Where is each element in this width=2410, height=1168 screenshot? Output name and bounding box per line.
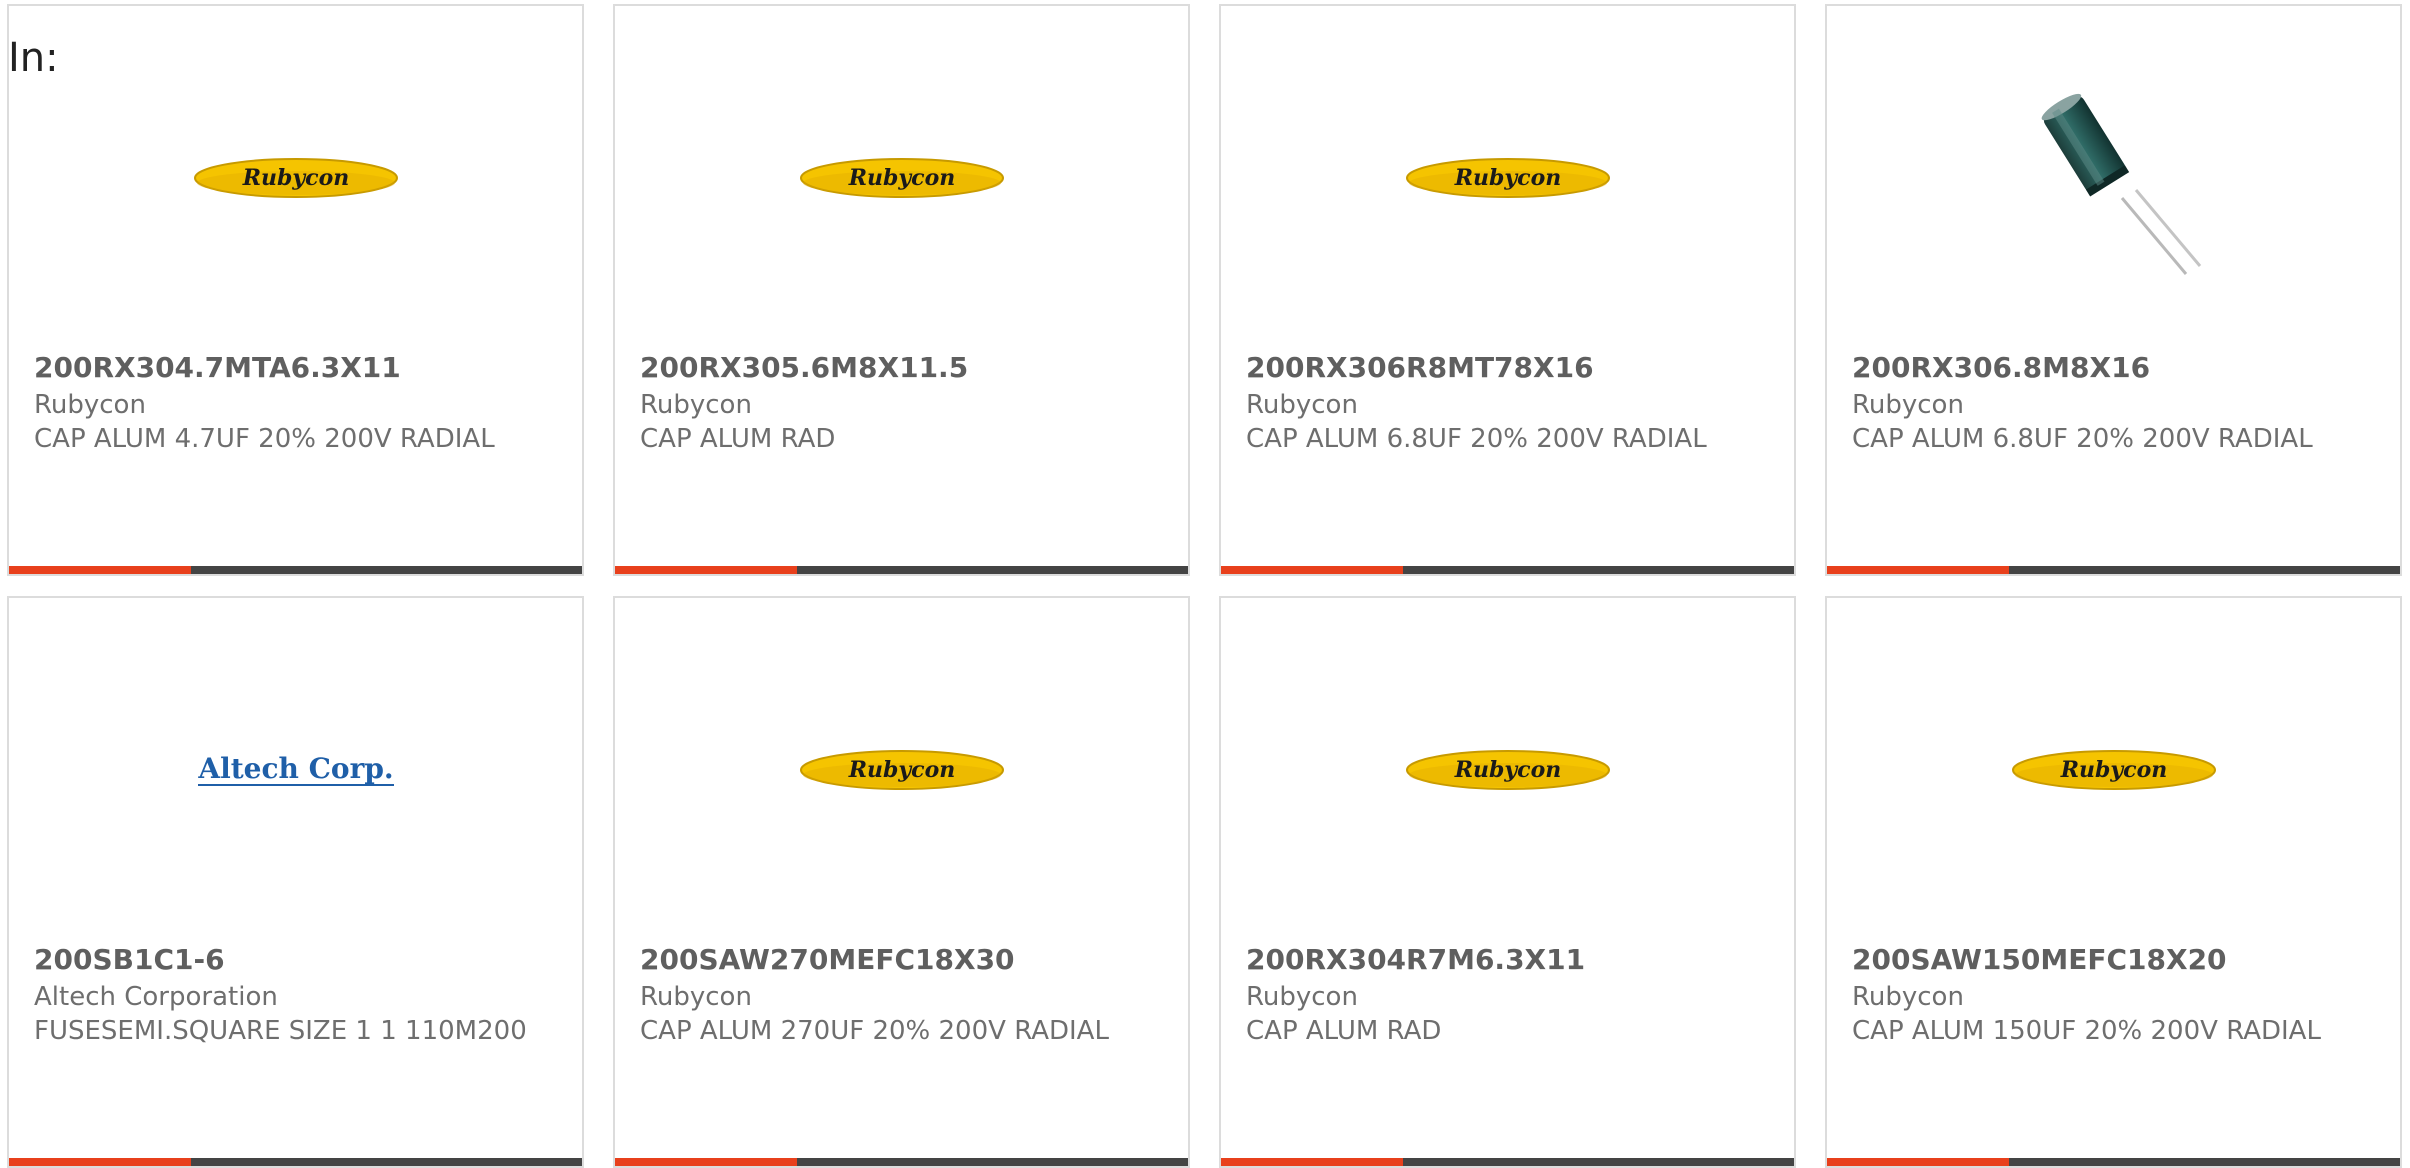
card-accent-bar xyxy=(1827,1158,2400,1166)
product-description: CAP ALUM RAD xyxy=(1246,1016,1442,1046)
product-card[interactable]: Rubycon 200SAW270MEFC18X30 Rubycon CAP A… xyxy=(613,596,1190,1168)
card-accent-bar xyxy=(615,566,1188,574)
card-accent-bar xyxy=(9,566,582,574)
product-image[interactable]: Rubycon xyxy=(1221,6,1794,336)
product-card[interactable]: Rubycon 200RX306R8MT78X16 Rubycon CAP AL… xyxy=(1219,4,1796,576)
part-number-link[interactable]: 200SAW270MEFC18X30 xyxy=(640,940,1160,980)
rubycon-logo-icon: Rubycon xyxy=(1405,750,1610,790)
part-number-link[interactable]: 200RX306R8MT78X16 xyxy=(1246,348,1766,388)
card-accent-bar xyxy=(1827,566,2400,574)
svg-text:Rubycon: Rubycon xyxy=(1453,165,1561,191)
section-heading: In: xyxy=(8,35,59,81)
product-card[interactable]: Rubycon 200RX305.6M8X11.5 Rubycon CAP AL… xyxy=(613,4,1190,576)
product-image[interactable]: Altech Corp. xyxy=(9,598,582,928)
rubycon-logo-icon: Rubycon xyxy=(799,158,1004,198)
product-description: CAP ALUM 6.8UF 20% 200V RADIAL xyxy=(1852,424,2313,454)
card-accent-bar xyxy=(9,1158,582,1166)
product-card[interactable]: Altech Corp. 200SB1C1-6 Altech Corporati… xyxy=(7,596,584,1168)
product-image[interactable]: Rubycon xyxy=(9,6,582,336)
altech-logo-icon: Altech Corp. xyxy=(197,752,394,786)
rubycon-logo-icon: Rubycon xyxy=(193,158,398,198)
manufacturer-name: Rubycon xyxy=(1246,982,1358,1012)
manufacturer-name: Rubycon xyxy=(640,390,752,420)
product-description: CAP ALUM 150UF 20% 200V RADIAL xyxy=(1852,1016,2321,1046)
rubycon-logo-icon: Rubycon xyxy=(1405,158,1610,198)
product-image[interactable]: Rubycon xyxy=(1827,598,2400,928)
product-description: CAP ALUM 4.7UF 20% 200V RADIAL xyxy=(34,424,495,454)
svg-text:Rubycon: Rubycon xyxy=(847,165,955,191)
part-number-link[interactable]: 200RX304.7MTA6.3X11 xyxy=(34,348,554,388)
svg-text:Rubycon: Rubycon xyxy=(241,165,349,191)
manufacturer-name: Rubycon xyxy=(34,390,146,420)
card-accent-bar xyxy=(1221,566,1794,574)
manufacturer-name: Rubycon xyxy=(1246,390,1358,420)
part-number-link[interactable]: 200RX305.6M8X11.5 xyxy=(640,348,1160,388)
product-card[interactable]: 200RX306.8M8X16 Rubycon CAP ALUM 6.8UF 2… xyxy=(1825,4,2402,576)
part-number-link[interactable]: 200RX304R7M6.3X11 xyxy=(1246,940,1766,980)
product-description: FUSESEMI.SQUARE SIZE 1 1 110M200 xyxy=(34,1016,527,1046)
manufacturer-name: Rubycon xyxy=(640,982,752,1012)
card-accent-bar xyxy=(1221,1158,1794,1166)
product-image[interactable]: Rubycon xyxy=(1221,598,1794,928)
product-image[interactable]: Rubycon xyxy=(615,598,1188,928)
product-card[interactable]: Rubycon 200SAW150MEFC18X20 Rubycon CAP A… xyxy=(1825,596,2402,1168)
svg-text:Rubycon: Rubycon xyxy=(1453,757,1561,783)
product-card[interactable]: Rubycon 200RX304.7MTA6.3X11 Rubycon CAP … xyxy=(7,4,584,576)
capacitor-photo-icon xyxy=(2041,93,2201,275)
product-description: CAP ALUM 6.8UF 20% 200V RADIAL xyxy=(1246,424,1707,454)
svg-text:Rubycon: Rubycon xyxy=(2059,757,2167,783)
svg-text:Altech Corp.: Altech Corp. xyxy=(197,752,393,785)
product-image[interactable] xyxy=(1827,6,2400,336)
svg-text:Rubycon: Rubycon xyxy=(847,757,955,783)
part-number-link[interactable]: 200SAW150MEFC18X20 xyxy=(1852,940,2372,980)
rubycon-logo-icon: Rubycon xyxy=(799,750,1004,790)
product-description: CAP ALUM 270UF 20% 200V RADIAL xyxy=(640,1016,1109,1046)
manufacturer-name: Rubycon xyxy=(1852,390,1964,420)
manufacturer-name: Rubycon xyxy=(1852,982,1964,1012)
rubycon-logo-icon: Rubycon xyxy=(2011,750,2216,790)
part-number-link[interactable]: 200RX306.8M8X16 xyxy=(1852,348,2372,388)
card-accent-bar xyxy=(615,1158,1188,1166)
product-description: CAP ALUM RAD xyxy=(640,424,836,454)
part-number-link[interactable]: 200SB1C1-6 xyxy=(34,940,554,980)
manufacturer-name: Altech Corporation xyxy=(34,982,278,1012)
product-grid: Rubycon 200RX304.7MTA6.3X11 Rubycon CAP … xyxy=(0,0,2410,1168)
product-image[interactable]: Rubycon xyxy=(615,6,1188,336)
product-card[interactable]: Rubycon 200RX304R7M6.3X11 Rubycon CAP AL… xyxy=(1219,596,1796,1168)
